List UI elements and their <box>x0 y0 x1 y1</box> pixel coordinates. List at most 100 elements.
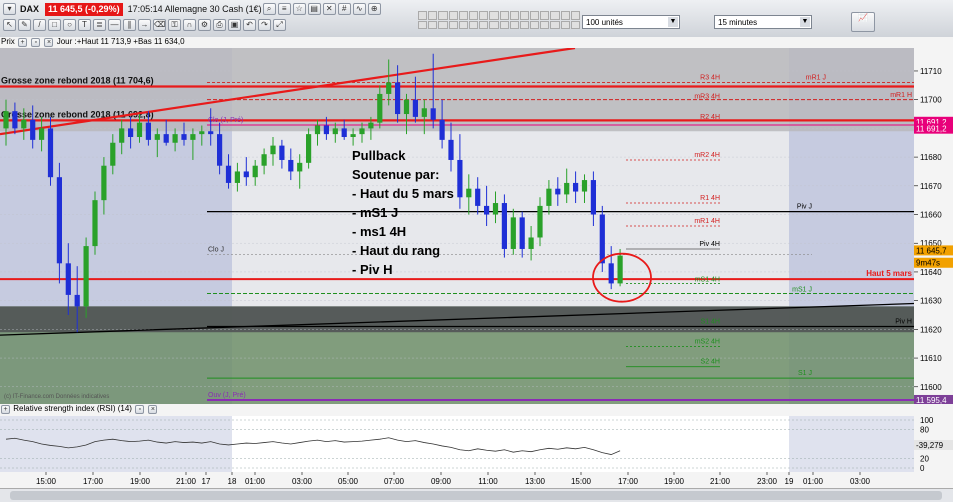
chart-icon[interactable]: ▤ <box>307 3 321 15</box>
eraser-icon[interactable]: ⌫ <box>153 19 166 31</box>
grid-icon[interactable]: # <box>337 3 351 15</box>
x-tick-label: 19 <box>785 477 794 486</box>
trend-icon[interactable]: ∿ <box>352 3 366 15</box>
price-badge-text: 11 595,4 <box>916 396 947 404</box>
candle-body <box>421 108 427 117</box>
settings-icon[interactable]: ⚙ <box>198 19 211 31</box>
x-tick-label: 17:00 <box>618 477 639 486</box>
candle-body <box>492 203 499 215</box>
candle-body <box>163 134 169 143</box>
annotation-line: Soutenue par: <box>352 167 439 182</box>
candle-body <box>190 134 196 140</box>
level-label: Grosse zone rebond 2018 (11 704,6) <box>1 75 154 85</box>
price-chart[interactable]: Grosse zone rebond 2018 (11 704,6)Grosse… <box>0 48 953 404</box>
cursor-icon[interactable]: ↖ <box>3 19 16 31</box>
pen-icon[interactable]: ✎ <box>18 19 31 31</box>
line-tool-icon[interactable]: / <box>33 19 46 31</box>
channel-tool-icon[interactable]: ∥ <box>123 19 136 31</box>
close-icon[interactable]: × <box>44 38 54 47</box>
candle-body <box>439 119 445 140</box>
candle-body <box>332 128 338 135</box>
candle-body <box>359 128 365 135</box>
close-icon[interactable]: ✕ <box>322 3 336 15</box>
candle-body <box>573 182 579 192</box>
candle-body <box>386 82 392 94</box>
color-palette[interactable] <box>418 11 580 29</box>
symbol-label[interactable]: DAX <box>20 4 39 14</box>
level-label: Clo J <box>208 247 224 254</box>
price-badge-text: 11 691,2 <box>916 125 947 134</box>
hline-tool-icon[interactable]: — <box>108 19 121 31</box>
save-icon[interactable]: ▣ <box>228 19 241 31</box>
search-icon[interactable]: ⌕ <box>262 3 276 15</box>
candle-body <box>261 154 267 166</box>
close-icon[interactable]: × <box>148 405 158 414</box>
level-label: R3 4H <box>700 74 720 81</box>
lock-icon[interactable]: ⚿ <box>168 19 181 31</box>
rsi-title: Relative strength index (RSI) (14) <box>13 404 132 413</box>
candle-body <box>501 203 507 249</box>
undo-icon[interactable]: ↶ <box>243 19 256 31</box>
toolbar-row-bottom: ↖ ✎ / □ ○ T ≣ — ∥ → ⌫ ⚿ ∩ ⚙ ⎙ ▣ ↶ ↷ ⤢ <box>2 17 287 33</box>
candle-body <box>3 111 9 129</box>
x-tick-label: 11:00 <box>478 477 498 486</box>
rect-tool-icon[interactable]: □ <box>48 19 61 31</box>
text-tool-icon[interactable]: T <box>78 19 91 31</box>
print-icon[interactable]: ⎙ <box>213 19 226 31</box>
candle-body <box>154 134 160 140</box>
candle-body <box>430 108 436 120</box>
candle-body <box>341 128 347 137</box>
settings-icon[interactable]: ▫ <box>31 38 41 47</box>
chart-style-icon[interactable]: 📈 <box>851 12 875 32</box>
rsi-tick-label: 80 <box>920 426 929 435</box>
annotation-line: - Haut du rang <box>352 243 440 258</box>
candle-body <box>208 131 214 135</box>
rsi-header: + Relative strength index (RSI) (14) ▫ × <box>0 404 953 416</box>
candle-body <box>537 205 543 238</box>
level-label: mS1 J <box>792 286 812 293</box>
candle-body <box>252 165 258 178</box>
expand-icon[interactable]: + <box>1 405 10 414</box>
annotation-line: - Haut du 5 mars <box>352 186 454 201</box>
x-tick-label: 05:00 <box>338 477 359 486</box>
level-label: Clo (J, Pré) <box>208 117 243 124</box>
candle-body <box>279 145 285 160</box>
candle-body <box>306 134 312 163</box>
time-axis[interactable]: 15:00 17:00 19:00 21:00 17 18 01:00 03:00 05:00 0… <box>0 472 953 488</box>
y-tick-label: 11680 <box>920 153 942 162</box>
candle-body <box>590 180 596 215</box>
x-tick-label: 07:00 <box>384 477 405 486</box>
settings-icon[interactable]: ▫ <box>135 405 145 414</box>
candle-body <box>30 119 36 140</box>
redo-icon[interactable]: ↷ <box>258 19 271 31</box>
list-icon[interactable]: ≡ <box>277 3 291 15</box>
candle-body <box>484 205 490 215</box>
star-icon[interactable]: ☆ <box>292 3 306 15</box>
level-label: S1 4H <box>701 318 720 325</box>
candle-body <box>519 217 525 249</box>
x-tick-label: 19:00 <box>130 477 151 486</box>
period-select[interactable]: 15 minutes ▼ <box>714 15 812 29</box>
expand-icon[interactable]: + <box>18 38 28 47</box>
rsi-chart[interactable]: 10080 200 -39,279 <box>0 416 953 472</box>
circle-tool-icon[interactable]: ○ <box>63 19 76 31</box>
x-tick-label: 01:00 <box>245 477 266 486</box>
x-tick-label: 03:00 <box>292 477 313 486</box>
fullscreen-icon[interactable]: ⤢ <box>273 19 286 31</box>
annotation-line: - ms1 4H <box>352 224 406 239</box>
x-tick-label: 13:00 <box>525 477 546 486</box>
level-label: mR1 J <box>806 74 826 81</box>
arrow-tool-icon[interactable]: → <box>138 19 151 31</box>
scrollbar-thumb[interactable] <box>10 491 942 500</box>
units-select[interactable]: 100 unités ▼ <box>582 15 680 29</box>
magnet-icon[interactable]: ∩ <box>183 19 196 31</box>
dropdown-icon[interactable]: ▾ <box>3 3 16 15</box>
candle-body <box>145 122 151 140</box>
candle-body <box>101 165 107 201</box>
candle-body <box>172 134 178 143</box>
candle-body <box>181 134 187 140</box>
fibo-tool-icon[interactable]: ≣ <box>93 19 106 31</box>
candle-body <box>199 131 205 135</box>
horizontal-scrollbar[interactable] <box>0 488 953 502</box>
zoom-icon[interactable]: ⊕ <box>367 3 381 15</box>
